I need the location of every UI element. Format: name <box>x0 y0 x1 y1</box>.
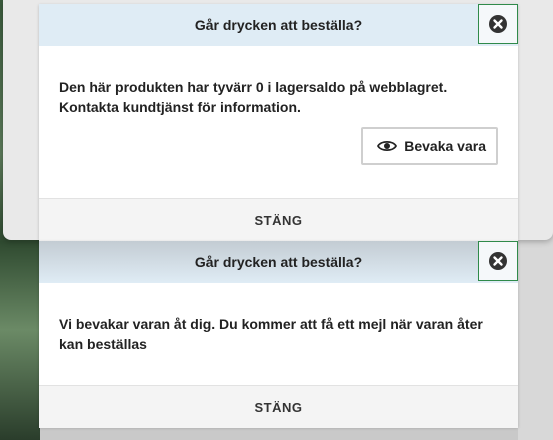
eye-icon <box>377 140 398 152</box>
close-footer-button[interactable]: STÄNG <box>39 198 518 241</box>
dialog-header: Går drycken att beställa? <box>39 241 518 283</box>
close-circle-icon <box>489 15 507 33</box>
availability-dialog: Går drycken att beställa? Den här produk… <box>39 4 518 241</box>
watch-confirmation-dialog: Går drycken att beställa? Vi bevakar var… <box>39 241 518 428</box>
close-footer-label: STÄNG <box>254 399 303 415</box>
dialog-title: Går drycken att beställa? <box>194 254 363 270</box>
close-circle-icon <box>489 252 507 270</box>
close-button[interactable] <box>478 4 518 44</box>
dialog-title: Går drycken att beställa? <box>194 17 363 33</box>
close-footer-button[interactable]: STÄNG <box>39 385 518 428</box>
dialog-header: Går drycken att beställa? <box>39 4 518 46</box>
dialog-message: Den här produkten har tyvärr 0 i lagersa… <box>59 79 448 115</box>
watch-button-label: Bevaka vara <box>404 138 486 154</box>
dialog-message: Vi bevakar varan åt dig. Du kommer att f… <box>59 316 483 352</box>
watch-product-button[interactable]: Bevaka vara <box>361 127 498 165</box>
close-footer-label: STÄNG <box>254 212 303 228</box>
close-button[interactable] <box>478 241 518 281</box>
